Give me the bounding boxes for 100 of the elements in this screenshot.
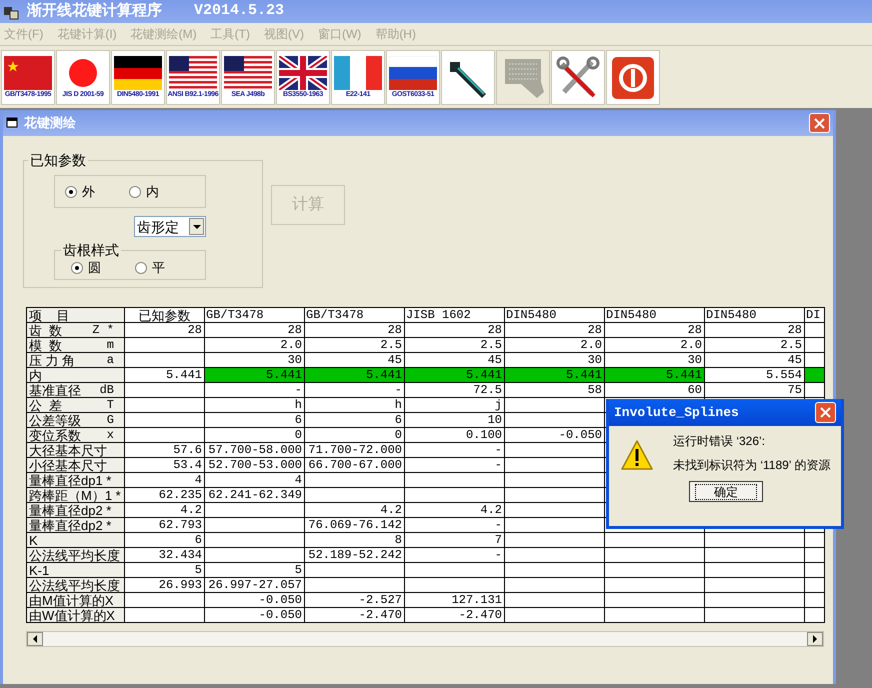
uk-flag-icon <box>279 56 327 90</box>
table-cell: 2.0 <box>604 338 704 352</box>
table-cell: 2.5 <box>404 338 504 352</box>
table-cell: - <box>304 382 404 398</box>
label-text: 基准直径 <box>29 384 81 396</box>
radio-option[interactable]: 圆 <box>71 258 101 278</box>
radio-option[interactable]: 平 <box>135 258 165 278</box>
table-cell: 6 <box>204 412 304 428</box>
table-cell: 28 <box>604 322 704 338</box>
table-cell: 71.700-72.000 <box>304 442 404 458</box>
table-cell: 75 <box>704 382 804 398</box>
germany-flag-icon <box>114 56 162 90</box>
table-cell: 26.997-27.057 <box>204 578 304 592</box>
table-cell: 28 <box>304 322 404 338</box>
table-cell: 0 <box>204 428 304 442</box>
version-label: V2014.5.23 <box>194 1 284 22</box>
usa-flag-icon <box>169 56 217 90</box>
table-cell: 5.441 <box>604 368 704 382</box>
symbol-text: m <box>106 338 115 352</box>
label-text: 由W值计算的X <box>29 608 115 622</box>
table-cell: h <box>204 398 304 412</box>
table-cell: - <box>404 458 504 472</box>
table-cell: 6 <box>124 532 204 548</box>
table-cell: 30 <box>604 352 704 368</box>
child-window-title: 花键测绘 <box>24 114 76 132</box>
window-title: 渐开线花键计算程序 <box>27 1 162 22</box>
table-cell: 4.2 <box>404 502 504 518</box>
table-cell: 57.700-58.000 <box>204 442 304 458</box>
table-cell: 45 <box>704 352 804 368</box>
table-cell: 5.554 <box>704 368 804 382</box>
label-text: 量棒直径dp2 * <box>29 518 112 532</box>
symbol-text: Z * <box>92 324 115 336</box>
error-message: 未找到标识符为 ‘1189’ 的资源 <box>673 458 830 472</box>
table-cell: 0.100 <box>404 428 504 442</box>
table-cell: 58 <box>504 382 604 398</box>
table-cell: -0.050 <box>204 592 304 608</box>
symbol-text: T <box>106 398 115 412</box>
radio-option[interactable]: 外 <box>65 182 95 202</box>
radio-option[interactable]: 内 <box>129 182 159 202</box>
symbol-text: G <box>106 414 115 426</box>
column-header: DIN5480 <box>504 308 604 322</box>
close-icon <box>820 407 831 418</box>
table-cell: 26.993 <box>124 578 204 592</box>
table-cell: -2.470 <box>404 608 504 622</box>
label-text: 大径基本尺寸 <box>29 444 107 456</box>
russia-flag-icon <box>389 56 437 90</box>
group-title: 齿根样式 <box>62 243 120 257</box>
table-cell: 2.0 <box>504 338 604 352</box>
table-cell: 62.235 <box>124 488 204 502</box>
table-cell: 28 <box>704 322 804 338</box>
column-header: DIN5480 <box>704 308 804 322</box>
close-icon <box>814 118 825 128</box>
symbol-text: x <box>106 428 115 442</box>
label-text: K-1 <box>29 564 50 576</box>
table-cell: h <box>304 398 404 412</box>
table-cell: - <box>404 548 504 562</box>
table-cell: 66.700-67.000 <box>304 458 404 472</box>
table-cell: 5.441 <box>404 368 504 382</box>
table-cell: 53.4 <box>124 458 204 472</box>
table-cell: 6 <box>304 412 404 428</box>
close-button[interactable] <box>815 402 836 423</box>
france-flag-icon <box>334 56 382 90</box>
table-cell: 4 <box>124 472 204 488</box>
table-cell: -0.050 <box>204 608 304 622</box>
scroll-right-button[interactable] <box>807 632 823 646</box>
dialog-title: Involute_Splines <box>614 404 739 422</box>
close-button[interactable] <box>809 113 830 133</box>
table-cell: 28 <box>504 322 604 338</box>
table-cell: 28 <box>204 322 304 338</box>
table-cell: 5.441 <box>124 368 204 382</box>
table-cell: 5 <box>124 562 204 578</box>
label-text: 由M值计算的X <box>29 594 114 606</box>
table-cell: 45 <box>304 352 404 368</box>
radio-button[interactable] <box>71 262 83 274</box>
toolbar-button[interactable] <box>441 50 495 105</box>
scroll-left-button[interactable] <box>27 632 43 646</box>
symbol-text: a <box>106 354 115 366</box>
label-text: 模 数 <box>29 338 62 352</box>
ok-button[interactable]: 确定 <box>689 481 763 502</box>
table-cell: 8 <box>304 532 404 548</box>
table-cell: 5.441 <box>304 368 404 382</box>
radio-button[interactable] <box>65 186 77 198</box>
table-cell: 5.441 <box>204 368 304 382</box>
table-cell: 4.2 <box>304 502 404 518</box>
table-cell: 30 <box>504 352 604 368</box>
power-icon <box>611 56 655 100</box>
table-cell: 5.441 <box>504 368 604 382</box>
horizontal-scrollbar[interactable] <box>26 631 824 647</box>
table-cell: 45 <box>404 352 504 368</box>
table-cell: 4 <box>204 472 304 488</box>
centering-select[interactable]: 齿形定 <box>134 216 206 237</box>
radio-button[interactable] <box>129 186 141 198</box>
label-text: 压 力 角 <box>29 354 76 366</box>
table-cell: 57.6 <box>124 442 204 458</box>
table-cell: -0.050 <box>504 428 604 442</box>
table-cell: - <box>404 518 504 532</box>
label-text: 小径基本尺寸 <box>29 458 107 472</box>
label-text: 公法线平均长度 <box>29 548 120 562</box>
table-cell: 52.189-52.242 <box>304 548 404 562</box>
radio-button[interactable] <box>135 262 147 274</box>
